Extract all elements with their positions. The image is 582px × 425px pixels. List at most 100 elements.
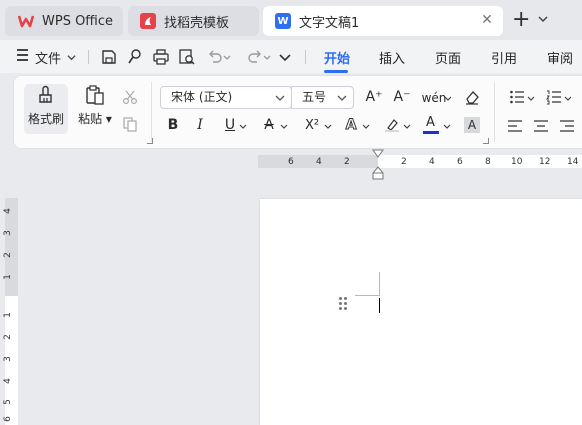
chevron-down-icon[interactable] <box>239 123 247 131</box>
text-effect-icon[interactable]: A <box>343 117 359 134</box>
italic-icon[interactable]: I <box>192 117 208 133</box>
ruler-tick: 3 <box>2 356 13 362</box>
numbered-list-icon[interactable] <box>546 89 562 105</box>
ruler-tick: 2 <box>2 252 13 258</box>
more-quick-access-icon[interactable] <box>276 48 294 66</box>
chevron-down-icon[interactable] <box>362 123 370 131</box>
tab-wps-office[interactable]: WPS Office <box>5 6 123 36</box>
bullet-list-icon[interactable] <box>509 89 525 105</box>
font-name-select[interactable]: 宋体 (正文) <box>160 86 292 109</box>
chevron-down-icon[interactable] <box>403 123 411 131</box>
tab-review[interactable]: 审阅 <box>547 48 573 67</box>
print-icon[interactable] <box>152 48 170 66</box>
ruler-tick: 6 <box>288 157 294 167</box>
cut-icon[interactable] <box>122 89 138 105</box>
chevron-down-icon[interactable] <box>527 95 535 103</box>
underline-icon[interactable]: U <box>222 117 238 133</box>
bold-icon[interactable]: B <box>165 117 181 133</box>
ruler-tick: 3 <box>2 230 13 236</box>
wps-logo-icon <box>18 13 34 29</box>
docer-logo-icon <box>140 13 156 29</box>
tab-document-label: 文字文稿1 <box>299 15 360 31</box>
chevron-down-icon[interactable] <box>444 95 452 103</box>
ruler-tick: 5 <box>2 399 13 405</box>
font-name-value: 宋体 (正文) <box>171 90 233 104</box>
chevron-down-icon[interactable] <box>222 48 232 66</box>
highlight-icon[interactable] <box>384 117 400 133</box>
character-shading-icon[interactable]: A <box>464 117 480 133</box>
copy-icon[interactable] <box>122 116 138 132</box>
ruler-tick: 14 <box>567 157 579 167</box>
ruler-tick: 4 <box>316 157 322 167</box>
document-page[interactable] <box>260 199 582 425</box>
format-brush-icon[interactable] <box>126 48 144 66</box>
grow-font-icon[interactable]: A⁺ <box>364 89 384 105</box>
chevron-down-icon[interactable] <box>443 123 451 131</box>
chevron-down-icon[interactable] <box>537 13 549 25</box>
ruler-tick: 6 <box>2 416 13 422</box>
clear-format-icon[interactable] <box>464 89 480 105</box>
new-tab-plus-icon[interactable]: + <box>512 9 530 31</box>
main-menu-icon[interactable] <box>17 49 29 63</box>
tab-document[interactable]: W 文字文稿1 ✕ <box>263 6 503 36</box>
align-left-icon[interactable] <box>507 118 523 134</box>
paste-icon <box>86 85 104 105</box>
ruler-tick: 6 <box>457 157 463 167</box>
ruler-tick: 1 <box>2 274 13 280</box>
phonetic-guide-icon[interactable]: wén <box>422 90 447 106</box>
shrink-font-icon[interactable]: A⁻ <box>392 89 412 105</box>
margin-corner-mark <box>355 295 380 296</box>
font-dialog-launcher[interactable] <box>483 138 489 144</box>
chevron-down-icon[interactable] <box>324 123 332 131</box>
tab-home[interactable]: 开始 <box>324 48 350 67</box>
paste-button[interactable]: 粘贴 ▾ <box>73 84 117 134</box>
menu-bar: 文件 开始 插入 页面 引用 审阅 <box>0 40 582 73</box>
superscript-icon[interactable]: X² <box>302 117 322 133</box>
writer-doc-icon: W <box>275 13 291 29</box>
chevron-down-icon[interactable] <box>280 123 288 131</box>
margin-corner-mark <box>379 272 380 296</box>
file-menu[interactable]: 文件 <box>35 48 61 67</box>
ruler-tick: 4 <box>2 378 13 384</box>
font-color-swatch <box>423 131 439 134</box>
format-painter-button[interactable]: 格式刷 <box>24 84 68 134</box>
chevron-down-icon <box>337 95 347 101</box>
tab-references[interactable]: 引用 <box>491 48 517 67</box>
format-painter-icon <box>39 85 52 103</box>
tab-bar: WPS Office 找稻壳模板 W 文字文稿1 ✕ + <box>0 0 582 40</box>
chevron-down-icon <box>275 95 285 101</box>
divider <box>88 50 89 64</box>
chevron-down-icon[interactable] <box>564 95 572 103</box>
align-right-icon[interactable] <box>559 118 575 134</box>
ruler-tick: 12 <box>539 157 551 167</box>
tab-page[interactable]: 页面 <box>435 48 461 67</box>
font-size-select[interactable]: 五号 <box>291 86 354 109</box>
ruler-tick: 2 <box>2 334 13 340</box>
paragraph-drag-handle-icon[interactable] <box>339 297 347 311</box>
divider <box>494 82 495 142</box>
print-preview-icon[interactable] <box>178 48 196 66</box>
chevron-down-icon[interactable] <box>67 53 76 62</box>
align-center-icon[interactable] <box>533 118 549 134</box>
close-tab-icon[interactable]: ✕ <box>480 13 494 27</box>
ribbon-home: 格式刷 粘贴 ▾ 宋体 (正文) 五号 A⁺ A⁻ wén B I U A X²… <box>13 75 582 149</box>
ruler-tick: 1 <box>2 312 13 318</box>
text-cursor <box>379 298 380 313</box>
chevron-down-icon[interactable] <box>262 48 272 66</box>
tab-insert[interactable]: 插入 <box>379 48 405 67</box>
indent-marker-icon[interactable] <box>372 149 384 180</box>
ruler-tick: 4 <box>2 208 13 214</box>
tab-wps-label: WPS Office <box>42 13 114 29</box>
font-size-value: 五号 <box>302 90 327 104</box>
font-color-icon: A <box>426 115 435 130</box>
clipboard-dialog-launcher[interactable] <box>147 138 153 144</box>
save-icon[interactable] <box>100 48 118 66</box>
tab-template[interactable]: 找稻壳模板 <box>128 6 259 36</box>
tab-template-label: 找稻壳模板 <box>164 15 230 31</box>
ruler-tick: 10 <box>511 157 523 167</box>
font-color-button[interactable]: A <box>423 115 441 135</box>
ruler-tick: 8 <box>485 157 491 167</box>
active-tab-indicator <box>324 70 348 73</box>
strikethrough-icon[interactable]: A <box>261 117 277 133</box>
paste-label: 粘贴 ▾ <box>78 112 112 126</box>
